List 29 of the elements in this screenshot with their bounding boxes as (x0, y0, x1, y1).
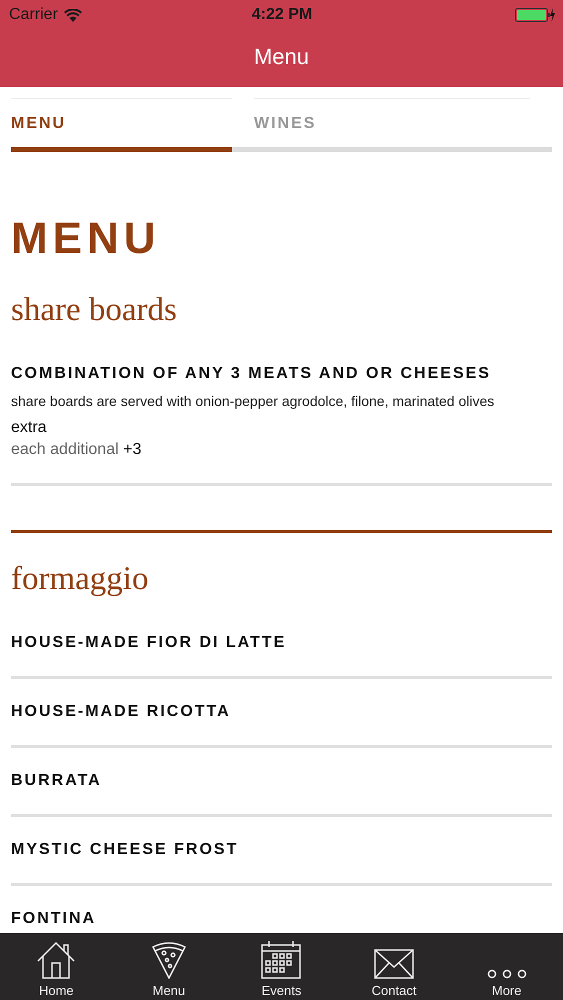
nav-title: Menu (252, 42, 310, 70)
wifi-icon (64, 8, 82, 22)
mail-icon (374, 949, 414, 979)
item-name: COMBINATION OF ANY 3 MEATS AND OR CHEESES (11, 365, 492, 383)
tab-bar-item[interactable]: Home (11, 933, 102, 1000)
pizza-slice-icon (150, 941, 187, 979)
item-description: share boards are served with onion-pepper agrodolce, filone, marinated olives (11, 393, 496, 409)
item-name: BURRATA (11, 772, 103, 790)
tab[interactable]: MENU (11, 98, 232, 152)
status-time: 4:22 PM (252, 6, 312, 24)
tab-bar-item[interactable]: Events (236, 933, 326, 1000)
section-title: formaggio (11, 561, 150, 598)
item-name: FONTINA (11, 910, 98, 928)
item-name: MYSTIC CHEESE FROST (11, 841, 240, 859)
calendar-icon (261, 941, 302, 979)
item-name: HOUSE-MADE FIOR DI LATTE (11, 634, 288, 652)
section-title: share boards (11, 292, 178, 329)
tab-bar-item[interactable]: More (462, 933, 552, 1000)
tab-bar-item[interactable]: Menu (124, 933, 214, 1000)
extra-label: extra (11, 419, 48, 437)
item-name: HOUSE-MADE RICOTTA (11, 703, 232, 721)
page-heading: MENU (11, 214, 162, 264)
extra-price: +3 (123, 441, 142, 458)
battery-icon (515, 7, 555, 23)
carrier-label: Carrier (9, 6, 58, 24)
extra-text: each additional (11, 441, 119, 458)
home-icon (36, 941, 76, 979)
tab-bar-item[interactable]: Contact (349, 933, 440, 1000)
more-icon (486, 969, 527, 979)
